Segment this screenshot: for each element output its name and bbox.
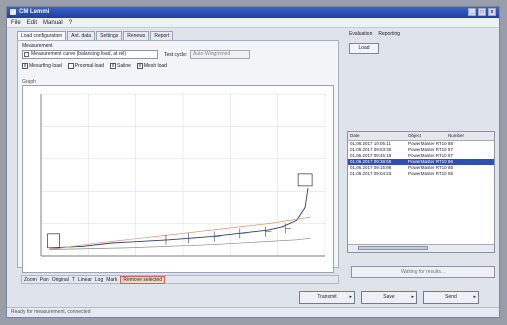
- checkbox-label: Saline: [116, 63, 131, 69]
- test-cycle-select[interactable]: Auto-Wingmmed: [190, 50, 250, 59]
- menu-file[interactable]: File: [11, 20, 21, 26]
- annotation-box: [297, 173, 313, 187]
- maximize-button[interactable]: □: [478, 8, 486, 16]
- action-buttons: Transmit ▸ Save ▸ Send ▸: [299, 291, 479, 304]
- toolbar-mark[interactable]: Mark: [106, 277, 117, 283]
- chart-svg: [40, 93, 326, 257]
- header-number[interactable]: Number: [448, 132, 492, 140]
- report-button[interactable]: Waiting for results...: [351, 266, 495, 278]
- title-bar: CM Lemmi _ □ x: [7, 7, 499, 18]
- checkbox-mesh-load[interactable]: x Mesh load: [136, 63, 167, 69]
- minimize-button[interactable]: _: [468, 8, 476, 16]
- checkbox-proxmal-load[interactable]: Proxmal load: [67, 63, 104, 69]
- header-object[interactable]: Object: [408, 132, 448, 140]
- send-button[interactable]: Send ▸: [423, 291, 479, 304]
- checkbox-box[interactable]: x: [22, 63, 28, 69]
- measurement-checkbox[interactable]: [24, 52, 29, 57]
- header-date[interactable]: Date: [348, 132, 408, 140]
- checkbox-mesurfing-load[interactable]: x Mesurfing load: [22, 63, 62, 69]
- checkbox-label: Proxmal load: [74, 63, 104, 69]
- chart-toolbar: Zoom Pan Original T Linear Log Mark Remo…: [21, 275, 339, 284]
- close-button[interactable]: x: [488, 8, 496, 16]
- checkbox-box[interactable]: x: [109, 63, 116, 69]
- checkbox-label: Mesurfing load: [29, 63, 62, 69]
- tab-reporting[interactable]: Reporting: [378, 31, 400, 37]
- measurement-chart[interactable]: [22, 85, 334, 273]
- series-line-3: [49, 237, 311, 250]
- checkbox-box[interactable]: [67, 63, 74, 69]
- checkbox-box[interactable]: x: [136, 63, 143, 69]
- toolbar-t[interactable]: T: [72, 277, 75, 283]
- toolbar-pan[interactable]: Pan: [40, 277, 49, 283]
- start-box: [47, 233, 60, 249]
- app-window: CM Lemmi _ □ x File Edit Manual ? Load c…: [6, 6, 500, 318]
- right-tabs: Evaluation Reporting: [349, 31, 400, 37]
- menu-bar: File Edit Manual ?: [7, 18, 499, 28]
- measurement-value: Measurement curve (balancing load, at re…: [31, 51, 127, 57]
- dropdown-arrow-icon: ▸: [473, 294, 476, 300]
- status-bar: Ready for measurement, connected: [7, 307, 499, 317]
- load-button[interactable]: Load: [349, 43, 379, 54]
- send-label: Send: [445, 294, 457, 300]
- right-panel: Evaluation Reporting Load Date Object Nu…: [345, 31, 495, 285]
- menu-manual[interactable]: Manual: [43, 20, 63, 26]
- transmit-label: Transmit: [317, 294, 337, 300]
- toolbar-log[interactable]: Log: [95, 277, 103, 283]
- measurement-label: Measurement: [22, 43, 53, 49]
- window-controls: _ □ x: [468, 8, 496, 16]
- row-date: 01.06.2017 09:04:23: [350, 171, 392, 176]
- measurement-select[interactable]: Measurement curve (balancing load, at re…: [22, 50, 158, 59]
- window-title: CM Lemmi: [19, 9, 50, 15]
- load-configuration-panel: Measurement Measurement curve (balancing…: [17, 40, 339, 273]
- toolbar-zoom[interactable]: Zoom: [24, 277, 37, 283]
- row-object: PowerMaster RT10: [408, 171, 447, 176]
- horizontal-scrollbar[interactable]: [348, 244, 494, 252]
- app-icon: [10, 9, 16, 15]
- toolbar-original[interactable]: Original: [52, 277, 69, 283]
- menu-help[interactable]: ?: [69, 20, 72, 26]
- transmit-button[interactable]: Transmit ▸: [299, 291, 355, 304]
- checkbox-label: Mesh load: [143, 63, 167, 69]
- load-checkboxes: x Mesurfing load Proxmal load x Saline x Me…: [22, 63, 167, 69]
- scrollbar-thumb[interactable]: [358, 246, 428, 250]
- checkbox-saline[interactable]: x Saline: [109, 63, 131, 69]
- row-number: 85: [448, 171, 454, 176]
- remove-selected-button[interactable]: Remove selected: [120, 275, 165, 284]
- list-header: Date Object Number: [348, 132, 494, 141]
- dropdown-arrow-icon: ▸: [349, 294, 352, 300]
- save-button[interactable]: Save ▸: [361, 291, 417, 304]
- tab-evaluation[interactable]: Evaluation: [349, 31, 372, 37]
- toolbar-linear[interactable]: Linear: [78, 277, 92, 283]
- test-cycle-label: Test cycle:: [164, 52, 188, 58]
- list-row[interactable]: 01.06.2017 09:04:23 PowerMaster RT10 85: [348, 171, 494, 177]
- dropdown-arrow-icon: ▸: [411, 294, 414, 300]
- measurement-list[interactable]: Date Object Number 01.06.2017 10:05:11 Po…: [347, 131, 495, 253]
- series-line-2: [49, 216, 311, 250]
- menu-edit[interactable]: Edit: [27, 20, 37, 26]
- save-label: Save: [383, 294, 395, 300]
